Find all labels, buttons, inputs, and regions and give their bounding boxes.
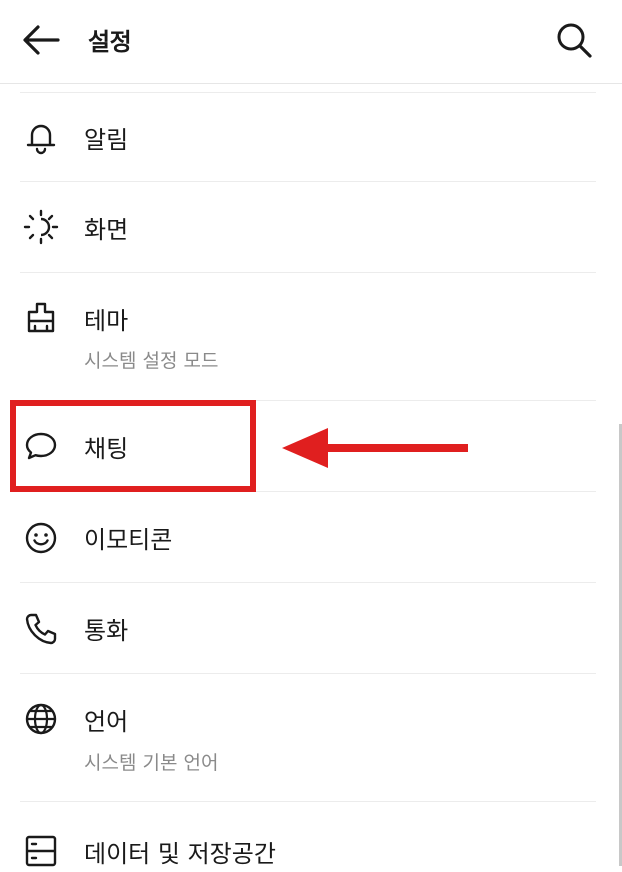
arrow-left-annotation-icon [282,424,468,472]
phone-icon [22,610,60,648]
settings-item-subtitle: 시스템 기본 언어 [84,752,219,774]
storage-icon [22,832,60,870]
settings-item-label: 이모티콘 [84,526,173,554]
settings-item-language[interactable]: 언어 시스템 기본 언어 [0,674,622,802]
settings-item-call[interactable]: 통화 [0,583,622,674]
globe-icon [22,700,60,738]
highlight-box [10,400,256,492]
back-button[interactable] [18,20,64,60]
settings-item-label: 언어 [84,708,129,736]
arrow-left-icon [23,25,60,55]
smiley-icon [22,519,60,557]
settings-item-screen[interactable]: 화면 [0,182,622,273]
settings-item-label: 통화 [84,617,129,645]
settings-item-label: 데이터 및 저장공간 [84,840,276,868]
page-title: 설정 [88,28,132,56]
settings-item-label: 화면 [84,216,129,244]
search-icon [557,23,592,58]
settings-item-label: 알림 [84,126,129,154]
settings-item-subtitle: 시스템 설정 모드 [84,350,219,372]
app-header: 설정 [0,0,622,84]
settings-item-emoticon[interactable]: 이모티콘 [0,492,622,583]
search-button[interactable] [552,18,596,62]
settings-item-label: 테마 [84,307,129,335]
bell-icon [22,118,60,156]
settings-item-storage[interactable]: 데이터 및 저장공간 [0,802,622,872]
settings-item-theme[interactable]: 테마 시스템 설정 모드 [0,273,622,401]
brightness-icon [22,208,60,246]
paint-brush-icon [22,299,60,337]
settings-item-notifications[interactable]: 알림 [0,84,622,182]
